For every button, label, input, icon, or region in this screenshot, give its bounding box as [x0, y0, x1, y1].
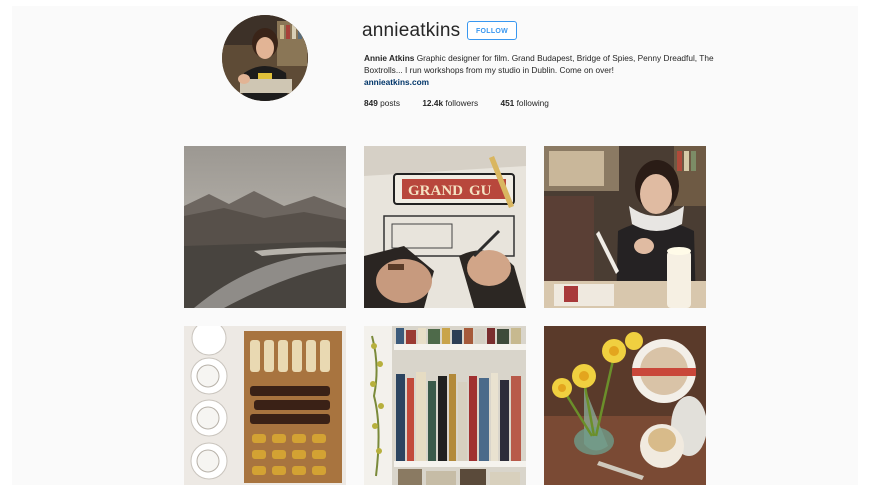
post-thumbnail-1[interactable]	[184, 146, 346, 308]
daffodils-tea-photo-icon	[544, 326, 706, 485]
followers-stat[interactable]: 12.4k followers	[422, 98, 478, 108]
following-count: 451	[500, 98, 515, 108]
teacups-chocolates-photo-icon	[184, 326, 346, 485]
bio-description: Graphic designer for film. Grand Budapes…	[364, 53, 714, 75]
post-thumbnail-2[interactable]: GRAND GU	[364, 146, 526, 308]
post-thumbnail-4[interactable]	[184, 326, 346, 485]
profile-stats: 849 posts 12.4k followers 451 following	[364, 98, 569, 108]
following-label: following	[516, 98, 549, 108]
sign-drawing-photo-icon: GRAND GU	[364, 146, 526, 308]
bookshelf-photo-icon	[364, 326, 526, 485]
profile-bio: Annie Atkins Graphic designer for film. …	[364, 52, 724, 76]
follow-button[interactable]: FOLLOW	[467, 21, 517, 40]
profile-username: annieatkins	[362, 20, 461, 41]
avatar-image	[222, 15, 308, 101]
post-thumbnail-6[interactable]	[544, 326, 706, 485]
followers-count: 12.4k	[422, 98, 444, 108]
landscape-photo-icon	[184, 146, 346, 308]
profile-avatar[interactable]	[222, 15, 308, 101]
posts-count: 849	[364, 98, 378, 108]
posts-label: posts	[380, 98, 400, 108]
portrait-candle-photo-icon	[544, 146, 706, 308]
profile-page: annieatkins FOLLOW Annie Atkins Graphic …	[12, 6, 858, 485]
svg-text:GU: GU	[469, 183, 492, 199]
bio-full-name: Annie Atkins	[364, 53, 415, 63]
posts-stat: 849 posts	[364, 98, 400, 108]
following-stat[interactable]: 451 following	[500, 98, 548, 108]
profile-website-link[interactable]: annieatkins.com	[364, 77, 429, 87]
followers-label: followers	[445, 98, 479, 108]
post-thumbnail-3[interactable]	[544, 146, 706, 308]
svg-text:GRAND: GRAND	[408, 183, 463, 199]
post-thumbnail-5[interactable]	[364, 326, 526, 485]
